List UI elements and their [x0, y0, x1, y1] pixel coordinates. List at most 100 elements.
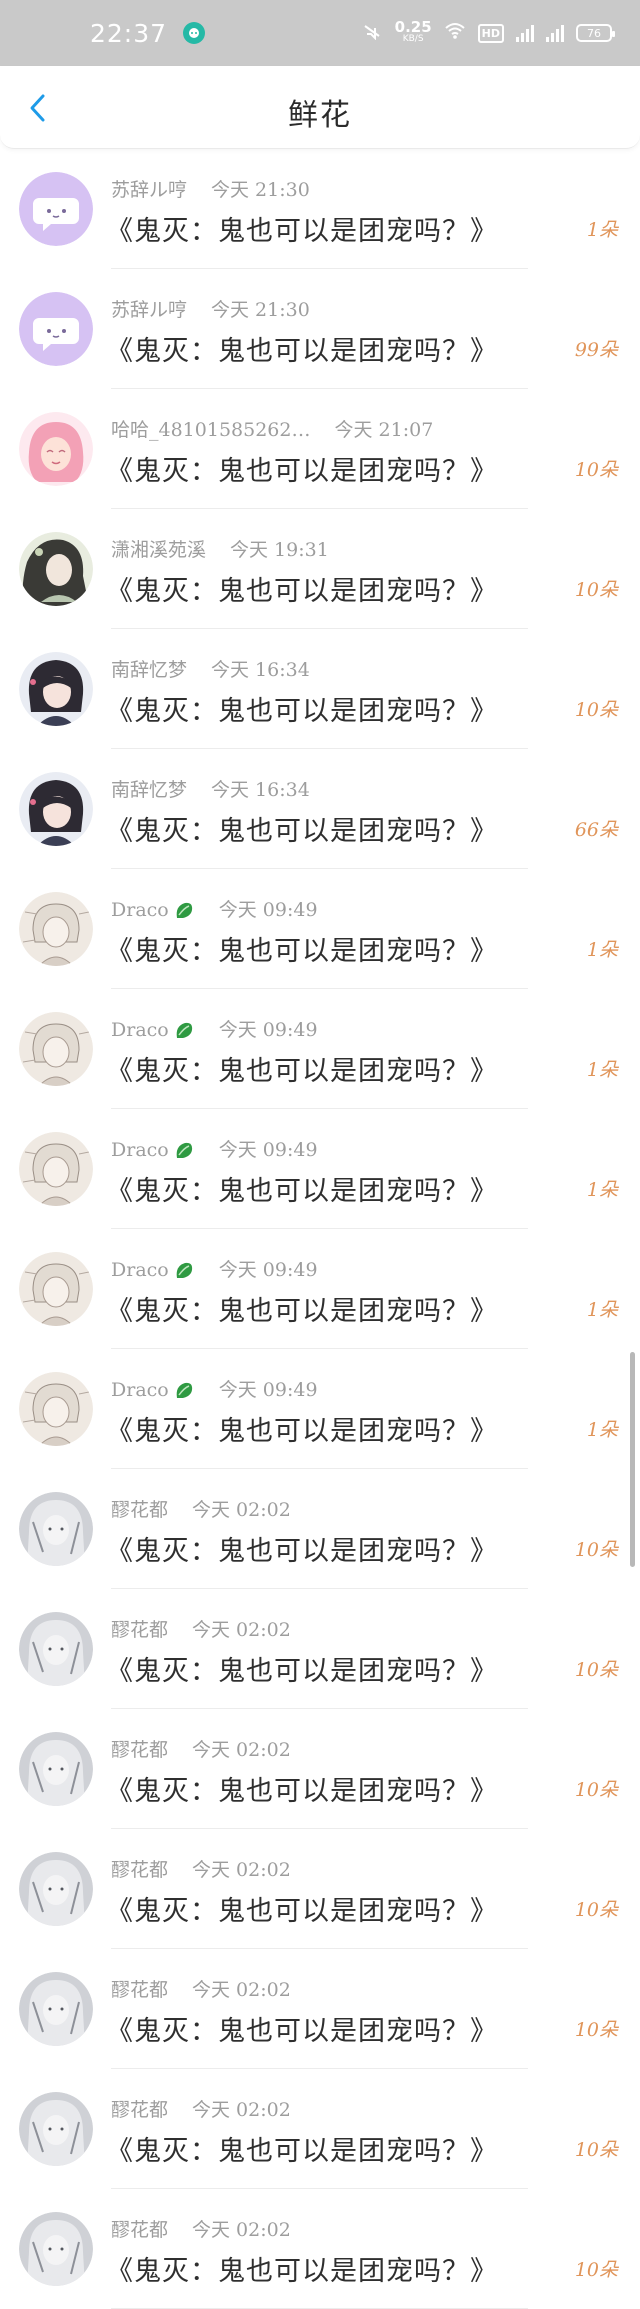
item-meta: 醪花都 今天 02:02: [111, 2095, 291, 2122]
flower-count: 10朵: [574, 1899, 618, 1921]
book-title[interactable]: 《鬼灭：鬼也可以是团宠吗？》: [106, 1649, 498, 1688]
sender-name[interactable]: 苏辞ル哼: [111, 175, 187, 202]
avatar[interactable]: [19, 1972, 93, 2046]
item-meta: Draco 今天 09:49: [111, 895, 318, 922]
avatar[interactable]: [19, 2212, 93, 2286]
flower-count: 99朵: [574, 339, 618, 361]
sender-name[interactable]: 哈哈_48101585262…: [111, 415, 310, 442]
item-meta: 醪花都 今天 02:02: [111, 1495, 291, 1522]
list-item[interactable]: 苏辞ル哼 今天 21:30 《鬼灭：鬼也可以是团宠吗？》 1朵: [0, 149, 640, 269]
status-icons: 0.25 KB/S HD 76: [361, 0, 615, 66]
avatar[interactable]: [19, 1012, 93, 1086]
book-title[interactable]: 《鬼灭：鬼也可以是团宠吗？》: [106, 1769, 498, 1808]
list-item[interactable]: Draco 今天 09:49 《鬼灭：鬼也可以是团宠吗？》 1朵: [0, 869, 640, 989]
sender-name[interactable]: Draco: [111, 1379, 195, 1402]
scrollbar[interactable]: [630, 1352, 635, 1567]
avatar[interactable]: [19, 172, 93, 246]
list-item[interactable]: 哈哈_48101585262… 今天 21:07 《鬼灭：鬼也可以是团宠吗？》 10朵: [0, 389, 640, 509]
sender-name[interactable]: 醪花都: [111, 1975, 168, 2002]
sender-name[interactable]: 醪花都: [111, 2095, 168, 2122]
timestamp: 今天 21:30: [211, 179, 310, 201]
list-item[interactable]: 醪花都 今天 02:02 《鬼灭：鬼也可以是团宠吗？》 10朵: [0, 2069, 640, 2189]
avatar[interactable]: [19, 772, 93, 846]
book-title[interactable]: 《鬼灭：鬼也可以是团宠吗？》: [106, 209, 498, 248]
book-title[interactable]: 《鬼灭：鬼也可以是团宠吗？》: [106, 689, 498, 728]
avatar[interactable]: [19, 1612, 93, 1686]
book-title[interactable]: 《鬼灭：鬼也可以是团宠吗？》: [106, 1049, 498, 1088]
timestamp: 今天 09:49: [218, 1139, 318, 1161]
sender-name[interactable]: 南辞忆梦: [111, 655, 187, 682]
flower-count: 1朵: [586, 1299, 618, 1321]
chat-app-icon: [183, 22, 206, 44]
sender-name[interactable]: 醪花都: [111, 1495, 168, 1522]
avatar[interactable]: [19, 2092, 93, 2166]
avatar[interactable]: [19, 412, 93, 486]
avatar[interactable]: [19, 1132, 93, 1206]
avatar[interactable]: [19, 1252, 93, 1326]
list-item[interactable]: 醪花都 今天 02:02 《鬼灭：鬼也可以是团宠吗？》 10朵: [0, 1709, 640, 1829]
avatar[interactable]: [19, 1492, 93, 1566]
net-speed-unit: KB/S: [402, 34, 424, 44]
avatar[interactable]: [19, 1852, 93, 1926]
book-title[interactable]: 《鬼灭：鬼也可以是团宠吗？》: [106, 2249, 498, 2288]
item-meta: 醪花都 今天 02:02: [111, 1735, 291, 1762]
sender-name[interactable]: 醪花都: [111, 2215, 168, 2242]
avatar[interactable]: [19, 892, 93, 966]
book-title[interactable]: 《鬼灭：鬼也可以是团宠吗？》: [106, 1289, 498, 1328]
sender-name[interactable]: 苏辞ル哼: [111, 295, 187, 322]
sender-name[interactable]: 醪花都: [111, 1855, 168, 1882]
book-title[interactable]: 《鬼灭：鬼也可以是团宠吗？》: [106, 1409, 498, 1448]
list-item[interactable]: 醪花都 今天 02:02 《鬼灭：鬼也可以是团宠吗？》 10朵: [0, 1949, 640, 2069]
list-item[interactable]: Draco 今天 09:49 《鬼灭：鬼也可以是团宠吗？》 1朵: [0, 989, 640, 1109]
item-meta: 潇湘溪苑溪 今天 19:31: [111, 535, 329, 562]
signal-2-icon: [546, 24, 564, 42]
sender-name[interactable]: Draco: [111, 1259, 195, 1282]
flower-count: 1朵: [586, 1419, 618, 1441]
list-item[interactable]: 苏辞ル哼 今天 21:30 《鬼灭：鬼也可以是团宠吗？》 99朵: [0, 269, 640, 389]
list-item[interactable]: 南辞忆梦 今天 16:34 《鬼灭：鬼也可以是团宠吗？》 10朵: [0, 629, 640, 749]
book-title[interactable]: 《鬼灭：鬼也可以是团宠吗？》: [106, 809, 498, 848]
sender-name[interactable]: Draco: [111, 1139, 195, 1162]
flower-count: 10朵: [574, 2139, 618, 2161]
list-item[interactable]: 醪花都 今天 02:02 《鬼灭：鬼也可以是团宠吗？》 10朵: [0, 1469, 640, 1589]
list-item[interactable]: Draco 今天 09:49 《鬼灭：鬼也可以是团宠吗？》 1朵: [0, 1109, 640, 1229]
book-title[interactable]: 《鬼灭：鬼也可以是团宠吗？》: [106, 929, 498, 968]
list-item[interactable]: Draco 今天 09:49 《鬼灭：鬼也可以是团宠吗？》 1朵: [0, 1229, 640, 1349]
book-title[interactable]: 《鬼灭：鬼也可以是团宠吗？》: [106, 1169, 498, 1208]
list-item[interactable]: 南辞忆梦 今天 16:34 《鬼灭：鬼也可以是团宠吗？》 66朵: [0, 749, 640, 869]
timestamp: 今天 09:49: [218, 1259, 318, 1281]
avatar[interactable]: [19, 1732, 93, 1806]
list-item[interactable]: Draco 今天 09:49 《鬼灭：鬼也可以是团宠吗？》 1朵: [0, 1349, 640, 1469]
item-meta: Draco 今天 09:49: [111, 1015, 318, 1042]
book-title[interactable]: 《鬼灭：鬼也可以是团宠吗？》: [106, 1889, 498, 1928]
sender-name[interactable]: 潇湘溪苑溪: [111, 535, 206, 562]
list-item[interactable]: 潇湘溪苑溪 今天 19:31 《鬼灭：鬼也可以是团宠吗？》 10朵: [0, 509, 640, 629]
book-title[interactable]: 《鬼灭：鬼也可以是团宠吗？》: [106, 2009, 498, 2048]
flower-count: 10朵: [574, 2019, 618, 2041]
sender-name[interactable]: Draco: [111, 1019, 195, 1042]
net-speed: 0.25 KB/S: [395, 20, 432, 45]
avatar[interactable]: [19, 292, 93, 366]
dragon-badge-icon: [176, 1022, 192, 1038]
avatar[interactable]: [19, 1372, 93, 1446]
book-title[interactable]: 《鬼灭：鬼也可以是团宠吗？》: [106, 449, 498, 488]
item-meta: 苏辞ル哼 今天 21:30: [111, 175, 310, 202]
avatar[interactable]: [19, 532, 93, 606]
book-title[interactable]: 《鬼灭：鬼也可以是团宠吗？》: [106, 1529, 498, 1568]
flower-list[interactable]: 苏辞ル哼 今天 21:30 《鬼灭：鬼也可以是团宠吗？》 1朵 苏辞ル哼 今天 21:30…: [0, 149, 640, 2309]
avatar[interactable]: [19, 652, 93, 726]
book-title[interactable]: 《鬼灭：鬼也可以是团宠吗？》: [106, 2129, 498, 2168]
book-title[interactable]: 《鬼灭：鬼也可以是团宠吗？》: [106, 329, 498, 368]
list-item[interactable]: 醪花都 今天 02:02 《鬼灭：鬼也可以是团宠吗？》 10朵: [0, 1589, 640, 1709]
flower-count: 66朵: [574, 819, 618, 841]
sender-name[interactable]: Draco: [111, 899, 195, 922]
sender-name[interactable]: 南辞忆梦: [111, 775, 187, 802]
book-title[interactable]: 《鬼灭：鬼也可以是团宠吗？》: [106, 569, 498, 608]
item-meta: 醪花都 今天 02:02: [111, 1855, 291, 1882]
sender-name[interactable]: 醪花都: [111, 1615, 168, 1642]
battery-level: 76: [587, 26, 601, 40]
list-item[interactable]: 醪花都 今天 02:02 《鬼灭：鬼也可以是团宠吗？》 10朵: [0, 1829, 640, 1949]
sender-name[interactable]: 醪花都: [111, 1735, 168, 1762]
signal-1-icon: [516, 24, 534, 42]
list-item[interactable]: 醪花都 今天 02:02 《鬼灭：鬼也可以是团宠吗？》 10朵: [0, 2189, 640, 2309]
